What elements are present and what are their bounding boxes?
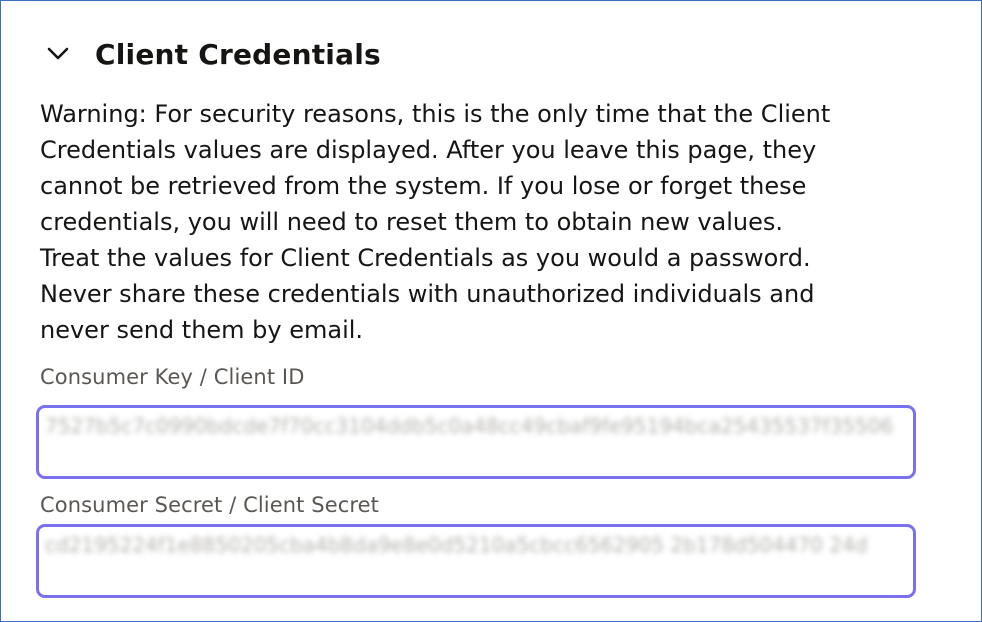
consumer-key-value[interactable]: 7527b5c7c0990bdcde7f70cc3104ddb5c0a48cc4… [45,411,905,441]
warning-line: Treat the values for Client Credentials … [40,244,811,272]
section-header-toggle[interactable]: Client Credentials [45,31,381,77]
consumer-secret-field[interactable]: cd2195224f1e8850205cba4b8da9e8e0d5210a5c… [36,524,916,598]
consumer-secret-label: Consumer Secret / Client Secret [40,493,379,517]
warning-line: cannot be retrieved from the system. If … [40,172,807,200]
credentials-panel: Client Credentials Warning: For security… [0,0,982,622]
warning-line: Never share these credentials with unaut… [40,280,815,308]
consumer-secret-value[interactable]: cd2195224f1e8850205cba4b8da9e8e0d5210a5c… [45,530,905,560]
chevron-down-icon[interactable] [45,41,71,67]
consumer-key-field[interactable]: 7527b5c7c0990bdcde7f70cc3104ddb5c0a48cc4… [36,405,916,479]
warning-line: Warning: For security reasons, this is t… [40,100,831,128]
warning-line: Credentials values are displayed. After … [40,136,817,164]
section-title: Client Credentials [95,37,381,71]
consumer-key-label: Consumer Key / Client ID [40,365,305,389]
warning-line: credentials, you will need to reset them… [40,208,784,236]
security-warning-text: Warning: For security reasons, this is t… [40,96,915,348]
warning-line: never send them by email. [40,316,364,344]
